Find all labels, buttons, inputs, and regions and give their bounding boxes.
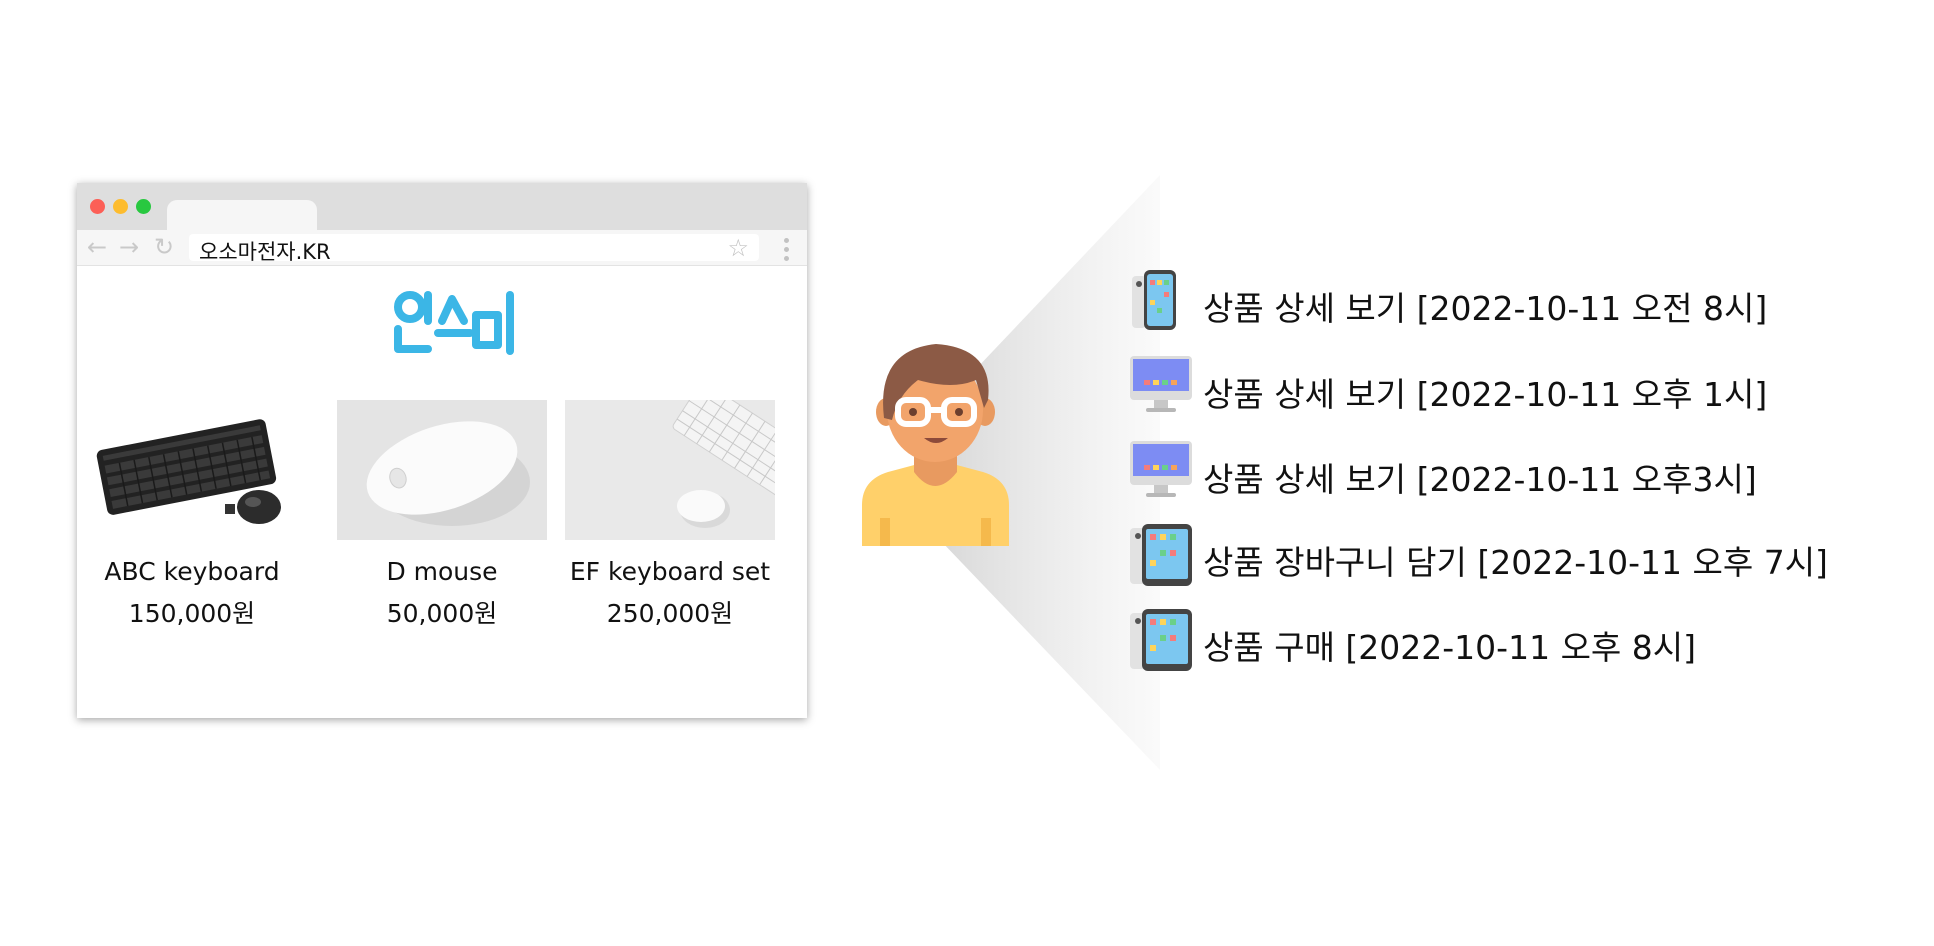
minimize-window-button[interactable] — [113, 199, 128, 214]
product-image-ef-keyboard-set[interactable] — [565, 400, 775, 540]
product-price: 50,000원 — [386, 599, 498, 628]
address-text: 오소마전자.KR — [199, 240, 331, 264]
product-name[interactable]: EF keyboard set — [555, 557, 785, 586]
browser-window: ← → ↻ 오소마전자.KR ☆ ABC keyboard 150,000원 D… — [77, 183, 807, 718]
product-name[interactable]: ABC keyboard — [77, 557, 307, 586]
activity-text: 상품 장바구니 담기 [2022-10-11 오후 7시] — [1203, 543, 1828, 582]
product-price: 150,000원 — [128, 599, 256, 628]
activity-text: 상품 구매 [2022-10-11 오후 8시] — [1203, 628, 1697, 667]
maximize-window-button[interactable] — [136, 199, 151, 214]
browser-tab[interactable] — [167, 200, 317, 232]
back-arrow-icon[interactable]: ← — [87, 235, 107, 259]
tab-bar — [77, 183, 807, 232]
close-window-button[interactable] — [90, 199, 105, 214]
forward-arrow-icon[interactable]: → — [119, 235, 139, 259]
address-bar[interactable]: 오소마전자.KR ☆ — [189, 234, 759, 264]
product-image-d-mouse[interactable] — [337, 400, 547, 540]
tablet-icon — [1130, 524, 1192, 586]
browser-menu-icon[interactable] — [784, 238, 789, 265]
product-name[interactable]: D mouse — [327, 557, 557, 586]
product-price: 250,000원 — [606, 599, 734, 628]
tablet-icon — [1130, 609, 1192, 671]
site-logo — [394, 291, 514, 355]
desktop-icon — [1130, 356, 1192, 412]
desktop-icon — [1130, 441, 1192, 497]
activity-text: 상품 상세 보기 [2022-10-11 오전 8시] — [1203, 289, 1768, 328]
user-avatar — [862, 344, 1009, 546]
browser-toolbar: ← → ↻ 오소마전자.KR ☆ — [77, 230, 807, 266]
activity-text: 상품 상세 보기 [2022-10-11 오후3시] — [1203, 460, 1757, 499]
bookmark-star-icon[interactable]: ☆ — [727, 234, 749, 262]
reload-icon[interactable]: ↻ — [154, 235, 174, 259]
product-image-abc-keyboard[interactable] — [87, 400, 297, 540]
activity-text: 상품 상세 보기 [2022-10-11 오후 1시] — [1203, 375, 1768, 414]
phone-icon — [1132, 270, 1176, 330]
